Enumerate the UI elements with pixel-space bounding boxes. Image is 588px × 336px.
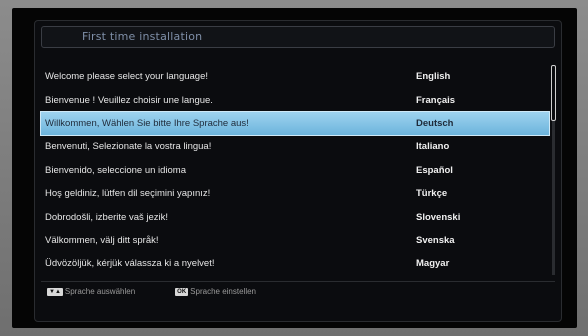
- ok-hint: OK Sprache einstellen: [175, 287, 256, 296]
- language-name: Français: [416, 94, 456, 106]
- language-row-slovenski[interactable]: Dobrodošli, izberite vaš jezik! Slovensk…: [41, 205, 549, 228]
- language-name: English: [416, 71, 451, 83]
- tv-frame: First time installation Welcome please s…: [0, 0, 588, 336]
- language-row-magyar[interactable]: Üdvözöljük, kérjük válassza ki a nyelvet…: [41, 252, 549, 275]
- select-hint-label: Sprache auswählen: [64, 287, 136, 296]
- welcome-message: Welcome please select your language!: [45, 71, 209, 83]
- welcome-message: Üdvözöljük, kérjük válassza ki a nyelvet…: [45, 258, 215, 270]
- welcome-message: Benvenuti, Selezionate la vostra lingua!: [45, 141, 212, 153]
- ok-button-icon: OK: [175, 287, 189, 296]
- language-row-english[interactable]: Welcome please select your language! Eng…: [41, 65, 549, 88]
- installation-panel: First time installation Welcome please s…: [34, 20, 562, 322]
- language-name: Slovenski: [416, 211, 461, 223]
- welcome-message: Willkommen, Wählen Sie bitte Ihre Sprach…: [45, 117, 249, 129]
- language-name: Magyar: [416, 258, 450, 270]
- ok-hint-label: Sprache einstellen: [190, 287, 256, 296]
- scrollbar-thumb[interactable]: [551, 65, 556, 121]
- select-hint: ▼▲ Sprache auswählen: [47, 287, 135, 296]
- welcome-message: Dobrodošli, izberite vaš jezik!: [45, 211, 169, 223]
- arrow-down-up-icon: ▼▲: [47, 287, 63, 296]
- language-name: Svenska: [416, 234, 455, 246]
- language-row-italiano[interactable]: Benvenuti, Selezionate la vostra lingua!…: [41, 135, 549, 158]
- page-title: First time installation: [82, 30, 203, 43]
- welcome-message: Bienvenue ! Veuillez choisir une langue.: [45, 94, 213, 106]
- language-row-espanol[interactable]: Bienvenido, seleccione un idioma Español: [41, 159, 549, 182]
- language-row-turkce[interactable]: Hoş geldiniz, lütfen dil seçimini yapını…: [41, 182, 549, 205]
- welcome-message: Hoş geldiniz, lütfen dil seçimini yapını…: [45, 188, 211, 200]
- language-row-deutsch-selected[interactable]: Willkommen, Wählen Sie bitte Ihre Sprach…: [40, 110, 550, 137]
- language-list: Welcome please select your language! Eng…: [40, 65, 550, 276]
- footer-divider: [41, 281, 555, 282]
- language-row-svenska[interactable]: Välkommen, välj ditt språk! Svenska: [41, 229, 549, 252]
- language-name: Türkçe: [416, 188, 448, 200]
- welcome-message: Välkommen, välj ditt språk!: [45, 234, 159, 246]
- welcome-message: Bienvenido, seleccione un idioma: [45, 164, 187, 176]
- language-row-francais[interactable]: Bienvenue ! Veuillez choisir une langue.…: [41, 88, 549, 111]
- tv-screen: First time installation Welcome please s…: [12, 8, 577, 328]
- language-name: Italiano: [416, 141, 450, 153]
- language-name: Deutsch: [416, 117, 454, 129]
- help-footer: ▼▲ Sprache auswählen OK Sprache einstell…: [47, 287, 296, 296]
- title-bar: First time installation: [41, 26, 555, 48]
- language-name: Español: [416, 164, 453, 176]
